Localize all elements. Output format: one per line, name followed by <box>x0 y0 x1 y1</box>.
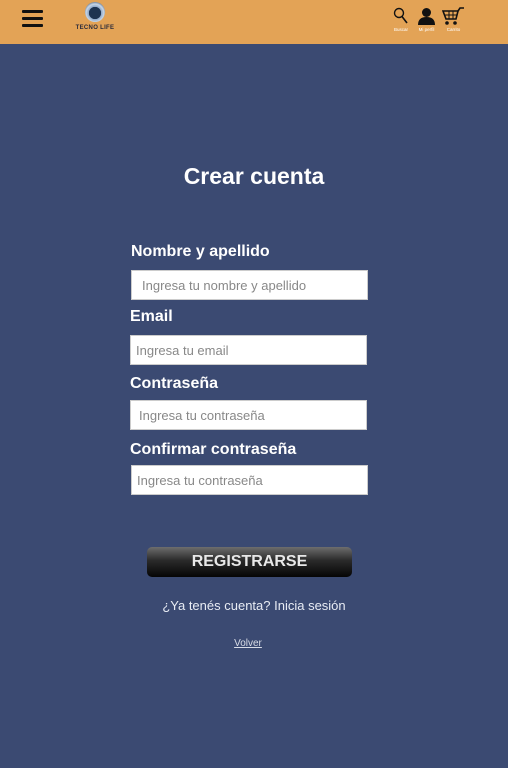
menu-icon[interactable] <box>22 10 43 27</box>
header: TECNO LIFE Buscar Mi perfil Carrito <box>0 0 508 44</box>
user-icon <box>418 8 435 25</box>
password-input[interactable] <box>130 400 367 430</box>
login-link[interactable]: ¿Ya tenés cuenta? Inicia sesión <box>0 598 508 613</box>
logo-text: TECNO LIFE <box>75 25 115 31</box>
logo[interactable]: TECNO LIFE <box>74 2 116 36</box>
register-button[interactable]: REGISTRARSE <box>147 547 352 577</box>
cart-icon <box>442 7 464 25</box>
name-input[interactable] <box>131 270 368 300</box>
confirm-password-label: Confirmar contraseña <box>130 441 297 458</box>
cart-button[interactable]: Carrito <box>442 7 465 32</box>
confirm-password-input[interactable] <box>131 465 368 495</box>
search-icon <box>393 7 408 24</box>
robot-logo-icon <box>85 2 105 22</box>
password-label: Contraseña <box>130 375 219 392</box>
profile-button[interactable]: Mi perfil <box>417 7 436 32</box>
back-link[interactable]: Volver <box>0 638 496 649</box>
search-button[interactable]: Buscar <box>393 7 409 32</box>
page-title: Crear cuenta <box>183 163 325 189</box>
email-input[interactable] <box>130 335 367 365</box>
email-label: Email <box>130 308 173 325</box>
name-label: Nombre y apellido <box>131 243 270 260</box>
